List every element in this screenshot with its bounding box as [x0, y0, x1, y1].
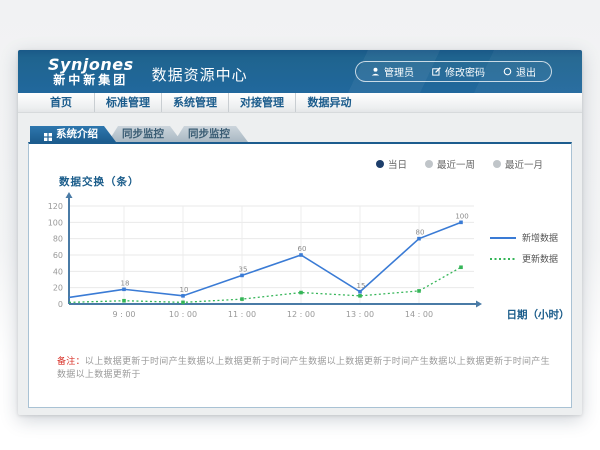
data-exchange-line-chart: 0 20 40 60 80 100 120 9 : 00 10 : 00 11 : 00 12 : … — [29, 190, 573, 336]
data-point-label: 80 — [416, 229, 425, 237]
user-toolbar-item-1[interactable]: 管理员 — [362, 64, 423, 79]
chart-y-axis-title: 数据交换（条） — [59, 174, 140, 189]
data-point-label: 100 — [455, 212, 468, 220]
svg-text:60: 60 — [53, 251, 63, 260]
data-point-label: 60 — [298, 245, 307, 253]
svg-text:10 : 00: 10 : 00 — [169, 310, 197, 319]
svg-text:120: 120 — [48, 202, 63, 211]
data-point — [122, 299, 126, 303]
data-point — [240, 274, 244, 278]
brand-logo-wordmark: Synjones — [48, 57, 134, 74]
tab-label: 同步监控 — [122, 126, 164, 142]
brand-logo: Synjones 新中新集团 — [48, 57, 134, 86]
svg-text:14 : 00: 14 : 00 — [405, 310, 433, 319]
legend-label-new-data: 新增数据 — [522, 232, 558, 244]
tab-1-active[interactable]: 系统介绍 — [30, 126, 116, 142]
nav-item-4[interactable]: 对接管理 — [229, 93, 296, 112]
app-header: Synjones 新中新集团 数据资源中心 管理员 修改密码 退出 — [18, 50, 582, 93]
nav-item-1[interactable]: 首页 — [28, 93, 95, 112]
legend-label-updated-data: 更新数据 — [522, 253, 558, 265]
range-radio-3[interactable]: 最近一月 — [493, 157, 543, 171]
user-toolbar-item-2[interactable]: 修改密码 — [423, 64, 494, 79]
user-toolbar-label: 修改密码 — [445, 64, 485, 79]
tab-bar: 系统介绍 同步监控 同步监控 — [28, 126, 572, 142]
range-radio-2[interactable]: 最近一周 — [425, 157, 475, 171]
tab-grid-icon — [44, 130, 52, 138]
svg-text:80: 80 — [53, 235, 63, 244]
radio-label: 最近一周 — [437, 157, 475, 171]
tab-2[interactable]: 同步监控 — [108, 126, 182, 142]
data-point-label: 18 — [121, 279, 130, 287]
footnote-label: 备注： — [57, 357, 85, 367]
logout-icon — [503, 67, 512, 76]
svg-text:40: 40 — [53, 267, 63, 276]
data-point — [299, 253, 303, 257]
tab-label: 系统介绍 — [56, 126, 98, 142]
radio-label: 当日 — [388, 157, 407, 171]
data-point — [459, 221, 463, 225]
edit-icon — [432, 67, 441, 76]
chart-container: 0 20 40 60 80 100 120 9 : 00 10 : 00 11 : 00 12 : … — [29, 190, 573, 336]
data-point — [240, 297, 244, 301]
page-title: 数据资源中心 — [152, 64, 248, 85]
data-point — [181, 294, 185, 298]
chart-x-axis-title: 日期（小时） — [507, 308, 570, 321]
data-point — [459, 265, 463, 269]
radio-label: 最近一月 — [505, 157, 543, 171]
nav-item-5[interactable]: 数据异动 — [296, 93, 363, 112]
radio-dot — [493, 160, 501, 168]
data-point — [417, 289, 421, 293]
svg-text:20: 20 — [53, 284, 63, 293]
svg-text:13 : 00: 13 : 00 — [346, 310, 374, 319]
data-point — [122, 288, 126, 292]
svg-text:100: 100 — [48, 218, 63, 227]
content-area: 系统介绍 同步监控 同步监控 当日 最近一周 最近一月 数据交换（条） 0 20 40 60 8… — [18, 113, 582, 408]
tab-3[interactable]: 同步监控 — [174, 126, 248, 142]
nav-item-3[interactable]: 系统管理 — [162, 93, 229, 112]
y-axis-arrow — [66, 192, 73, 198]
x-axis-arrow — [476, 301, 482, 308]
user-icon — [371, 67, 380, 76]
chart-legend: 新增数据更新数据 — [490, 232, 558, 265]
main-nav: 首页标准管理系统管理对接管理数据异动 — [18, 93, 582, 113]
nav-item-2[interactable]: 标准管理 — [95, 93, 162, 112]
desktop-background: Synjones 新中新集团 数据资源中心 管理员修改密码退出 首页标准管理系统… — [0, 0, 600, 450]
date-range-selector: 当日 最近一周 最近一月 — [376, 157, 543, 171]
footnote: 备注：以上数据更新于时间产生数据以上数据更新于时间产生数据以上数据更新于时间产生… — [57, 354, 555, 380]
data-point — [358, 294, 362, 298]
brand-logo-chinese: 新中新集团 — [48, 74, 134, 87]
tab-label: 同步监控 — [188, 126, 230, 142]
data-point — [417, 237, 421, 241]
data-point — [358, 290, 362, 294]
radio-dot — [376, 160, 384, 168]
user-toolbar-label: 管理员 — [384, 64, 414, 79]
radio-dot — [425, 160, 433, 168]
data-point-label: 35 — [239, 265, 248, 273]
data-point-label: 15 — [357, 282, 366, 290]
app-window: Synjones 新中新集团 数据资源中心 管理员修改密码退出 首页标准管理系统… — [18, 50, 582, 415]
user-toolbar-label: 退出 — [516, 64, 536, 79]
system-intro-panel: 当日 最近一周 最近一月 数据交换（条） 0 20 40 60 80 100 120 9 : 00… — [28, 142, 572, 408]
range-radio-1[interactable]: 当日 — [376, 157, 407, 171]
svg-text:0: 0 — [58, 300, 63, 309]
user-toolbar: 管理员 修改密码 退出 — [355, 61, 552, 82]
data-point-label: 10 — [180, 286, 189, 294]
svg-text:11 : 00: 11 : 00 — [228, 310, 256, 319]
svg-text:9 : 00: 9 : 00 — [112, 310, 135, 319]
data-point — [181, 301, 185, 305]
footnote-text: 以上数据更新于时间产生数据以上数据更新于时间产生数据以上数据更新于时间产生数据以… — [57, 357, 550, 380]
user-toolbar-item-3[interactable]: 退出 — [494, 64, 545, 79]
svg-text:12 : 00: 12 : 00 — [287, 310, 315, 319]
data-point — [299, 291, 303, 295]
